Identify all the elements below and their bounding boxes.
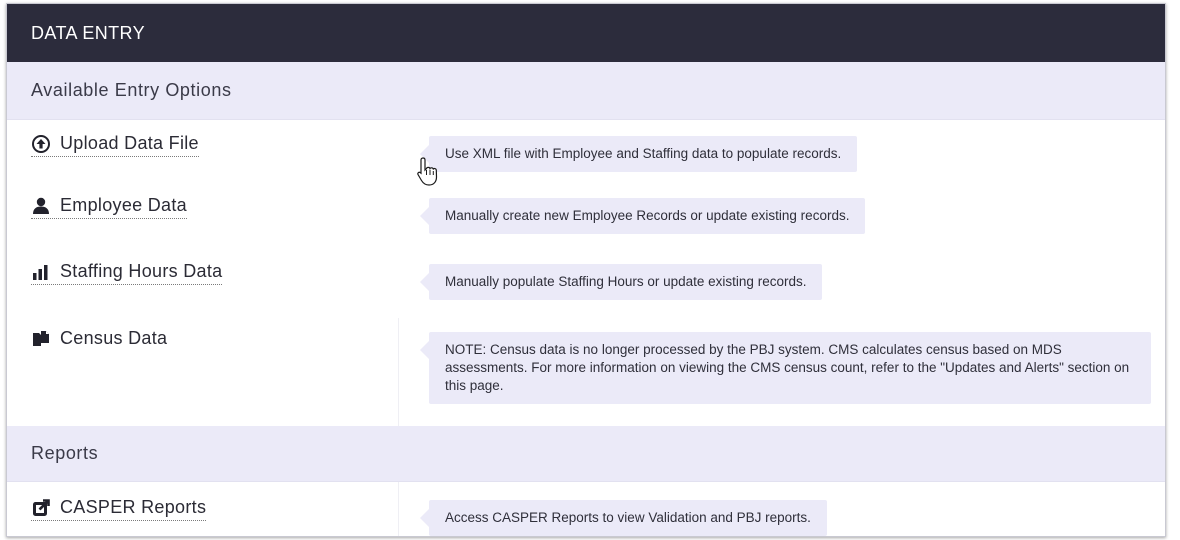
copy-documents-icon <box>31 330 51 348</box>
option-row-employee: Employee Data Manually create new Employ… <box>7 186 1165 252</box>
option-cell: Upload Data File <box>7 120 399 186</box>
option-row-staffing: Staffing Hours Data Manually populate St… <box>7 252 1165 318</box>
link-label: Upload Data File <box>60 133 199 153</box>
external-link-icon <box>31 498 51 517</box>
description-cell: Use XML file with Employee and Staffing … <box>399 120 1165 186</box>
option-row-upload: Upload Data File Use XML file with Emplo… <box>7 120 1165 186</box>
link-label: Employee Data <box>60 195 187 215</box>
option-cell: Census Data <box>7 318 399 426</box>
option-row-census: Census Data NOTE: Census data is no long… <box>7 318 1165 426</box>
bar-chart-icon <box>31 263 51 281</box>
user-icon <box>31 197 51 215</box>
description-cell: NOTE: Census data is no longer processed… <box>399 318 1165 426</box>
description-cell: Manually populate Staffing Hours or upda… <box>399 252 1165 318</box>
link-label: Staffing Hours Data <box>60 261 223 281</box>
casper-reports-link[interactable]: CASPER Reports <box>31 497 207 521</box>
option-description: Manually populate Staffing Hours or upda… <box>419 264 823 300</box>
option-cell: CASPER Reports <box>7 482 399 536</box>
census-data-link[interactable]: Census Data <box>31 328 167 352</box>
description-cell: Manually create new Employee Records or … <box>399 186 1165 252</box>
option-description: Use XML file with Employee and Staffing … <box>419 136 858 172</box>
panel-title: DATA ENTRY <box>31 22 146 43</box>
option-description: Access CASPER Reports to view Validation… <box>420 500 827 536</box>
data-entry-panel: DATA ENTRY Available Entry Options Uploa… <box>6 3 1166 537</box>
section-heading-reports: Reports <box>7 426 1165 482</box>
option-cell: Staffing Hours Data <box>7 252 399 318</box>
employee-data-link[interactable]: Employee Data <box>31 195 187 219</box>
link-label: CASPER Reports <box>60 497 207 517</box>
staffing-hours-data-link[interactable]: Staffing Hours Data <box>31 261 223 285</box>
panel-header: DATA ENTRY <box>7 4 1165 62</box>
upload-circle-icon <box>31 134 51 153</box>
option-cell: Employee Data <box>7 186 399 252</box>
upload-data-file-link[interactable]: Upload Data File <box>31 133 199 157</box>
option-description: NOTE: Census data is no longer processed… <box>420 332 1151 404</box>
section-heading-entry-options: Available Entry Options <box>7 62 1165 120</box>
option-description: Manually create new Employee Records or … <box>419 198 866 234</box>
section-heading-label: Reports <box>31 443 99 463</box>
option-row-casper: CASPER Reports Access CASPER Reports to … <box>7 482 1165 536</box>
link-label: Census Data <box>60 328 168 348</box>
section-heading-label: Available Entry Options <box>31 80 232 100</box>
description-cell: Access CASPER Reports to view Validation… <box>399 482 1165 536</box>
